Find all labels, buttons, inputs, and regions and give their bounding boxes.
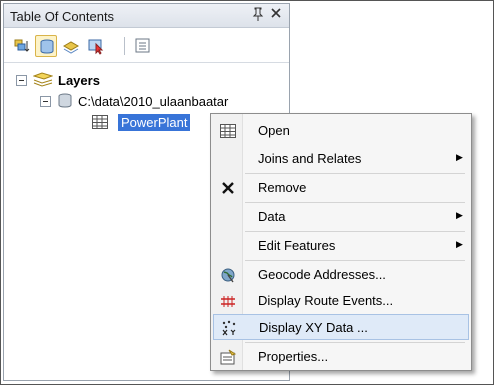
submenu-arrow-icon: ▶ (456, 239, 463, 249)
menu-item-properties[interactable]: Properties... (213, 344, 469, 370)
pin-icon[interactable] (252, 7, 264, 24)
menu-separator (245, 342, 465, 343)
database-icon (57, 93, 73, 109)
list-by-visibility-icon[interactable] (60, 35, 82, 57)
options-icon[interactable] (132, 35, 154, 57)
menu-separator (245, 173, 465, 174)
menu-item-label: Geocode Addresses... (258, 267, 386, 282)
menu-item-display-xy-data[interactable]: Display XY Data ... (213, 314, 469, 340)
submenu-arrow-icon: ▶ (456, 210, 463, 220)
menu-item-label: Display Route Events... (258, 293, 394, 308)
list-by-drawing-order-icon[interactable] (12, 35, 34, 57)
menu-item-data[interactable]: Data ▶ (213, 204, 469, 230)
powerplant-label[interactable]: PowerPlant (118, 113, 191, 131)
table-icon (219, 122, 237, 140)
context-menu: Open Joins and Relates ▶ Remove Data ▶ E… (210, 113, 472, 371)
menu-item-joins-and-relates[interactable]: Joins and Relates ▶ (213, 146, 469, 172)
menu-item-label: Open (258, 123, 290, 138)
toc-toolbar (4, 29, 289, 63)
menu-item-geocode-addresses[interactable]: Geocode Addresses... (213, 262, 469, 288)
layers-label: Layers (58, 72, 100, 88)
table-icon (92, 115, 108, 129)
menu-item-label: Remove (258, 180, 307, 195)
route-events-icon (219, 292, 237, 310)
xy-data-icon (220, 319, 238, 337)
menu-item-remove[interactable]: Remove (213, 175, 469, 201)
collapse-toggle-icon[interactable] (16, 74, 27, 86)
geocode-icon (219, 266, 237, 284)
tree-node-powerplant[interactable]: PowerPlant (92, 112, 191, 132)
menu-item-display-route-events[interactable]: Display Route Events... (213, 288, 469, 314)
list-by-selection-icon[interactable] (85, 35, 107, 57)
menu-item-label: Edit Features (258, 238, 336, 253)
menu-separator (245, 202, 465, 203)
close-icon[interactable] (270, 7, 282, 22)
submenu-arrow-icon: ▶ (456, 152, 463, 162)
menu-item-label: Properties... (258, 349, 329, 364)
list-by-source-icon[interactable] (35, 35, 57, 57)
menu-separator (245, 260, 465, 261)
menu-item-label: Joins and Relates (258, 151, 362, 166)
menu-separator (245, 231, 465, 232)
menu-item-open[interactable]: Open (213, 118, 469, 144)
menu-item-label: Data (258, 209, 286, 224)
toolbar-separator (124, 37, 125, 55)
menu-item-label: Display XY Data ... (259, 320, 368, 335)
toc-title-bar: Table Of Contents (4, 4, 289, 28)
tree-node-layers[interactable]: Layers (16, 70, 100, 90)
remove-x-icon (219, 179, 237, 197)
properties-icon (219, 348, 237, 366)
source-path-label: C:\data\2010_ulaanbaatar (78, 93, 229, 109)
menu-item-edit-features[interactable]: Edit Features ▶ (213, 233, 469, 259)
tree-node-source[interactable]: C:\data\2010_ulaanbaatar (40, 91, 228, 111)
layers-folder-icon (32, 72, 54, 88)
toc-title: Table Of Contents (10, 9, 115, 24)
collapse-toggle-icon[interactable] (40, 95, 51, 107)
